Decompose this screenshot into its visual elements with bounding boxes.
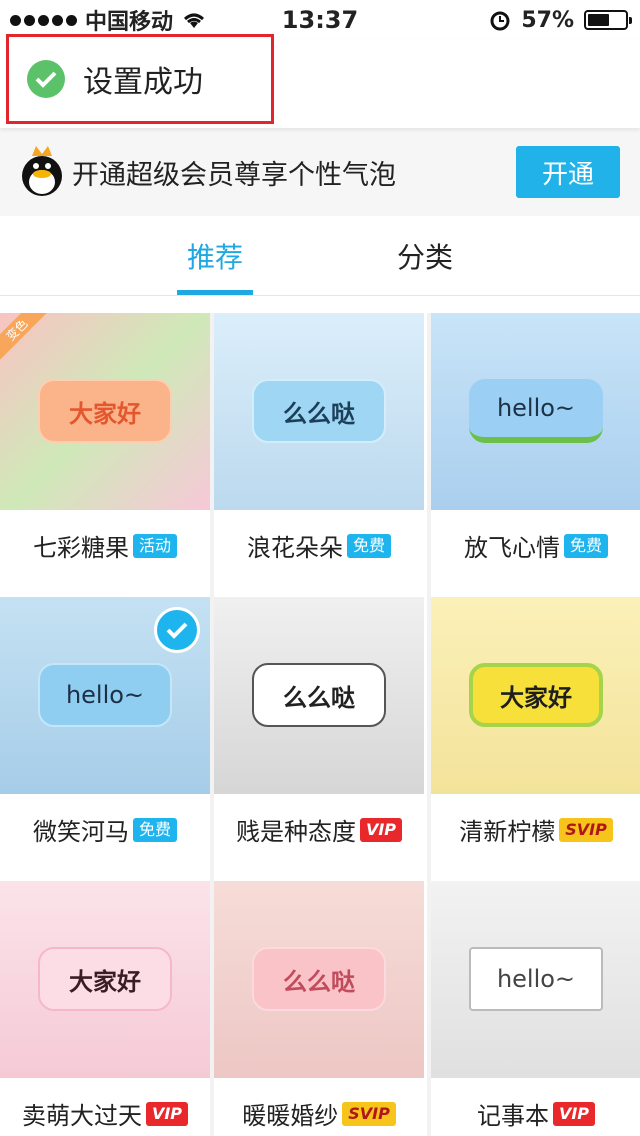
alarm-icon bbox=[490, 11, 510, 31]
bubble-item[interactable]: hello~ 微笑河马 免费 bbox=[0, 597, 210, 867]
check-circle-icon bbox=[27, 60, 65, 98]
bubble-name: 暖暖婚纱 bbox=[242, 1102, 339, 1130]
vip-badge: VIP bbox=[145, 1101, 189, 1126]
bubble-name: 七彩糖果 bbox=[32, 534, 129, 562]
bubble-thumbnail: 么么哒 bbox=[214, 597, 424, 794]
bubble-item[interactable]: hello~ 记事本 VIP bbox=[431, 881, 640, 1136]
status-right: 57% bbox=[489, 7, 632, 33]
bubble-preview: 大家好 bbox=[38, 379, 172, 443]
free-badge: 免费 bbox=[563, 533, 608, 558]
free-badge: 免费 bbox=[346, 533, 391, 558]
bubble-thumbnail: 大家好 bbox=[0, 881, 210, 1078]
success-toast: 设置成功 bbox=[6, 34, 274, 124]
bubble-name: 清新柠檬 bbox=[459, 818, 556, 846]
bubble-thumbnail: hello~ bbox=[431, 881, 640, 1078]
free-badge: 免费 bbox=[132, 817, 177, 842]
bubble-caption: 卖萌大过天 VIP bbox=[0, 1096, 210, 1131]
bubble-preview: 大家好 bbox=[38, 947, 172, 1011]
bubble-preview: 么么哒 bbox=[252, 379, 386, 443]
svip-badge: SVIP bbox=[342, 1101, 396, 1126]
bubble-thumbnail: 么么哒 bbox=[214, 313, 424, 510]
toast-text: 设置成功 bbox=[83, 65, 203, 100]
tab-category[interactable]: 分类 bbox=[397, 236, 453, 276]
activity-badge: 活动 bbox=[132, 533, 177, 558]
bubble-preview: hello~ bbox=[469, 947, 603, 1011]
bubble-item[interactable]: 大家好 卖萌大过天 VIP bbox=[0, 881, 210, 1136]
bubble-name: 浪花朵朵 bbox=[246, 534, 343, 562]
vip-badge: VIP bbox=[552, 1101, 596, 1126]
bubble-name: 贱是种态度 bbox=[235, 818, 356, 846]
bubble-caption: 微笑河马 免费 bbox=[0, 812, 210, 847]
battery-percent: 57% bbox=[521, 7, 574, 33]
svip-promo-banner: 开通超级会员尊享个性气泡 开通 bbox=[0, 128, 640, 216]
bubble-preview: 么么哒 bbox=[252, 947, 386, 1011]
bubble-item[interactable]: 么么哒 浪花朵朵 免费 bbox=[214, 313, 424, 583]
bubble-caption: 暖暖婚纱 SVIP bbox=[214, 1096, 424, 1131]
vip-badge: VIP bbox=[359, 817, 403, 842]
bubble-name: 微笑河马 bbox=[32, 818, 129, 846]
bubble-caption: 贱是种态度 VIP bbox=[214, 812, 424, 847]
open-svip-button[interactable]: 开通 bbox=[516, 146, 620, 198]
bubble-thumbnail: 么么哒 bbox=[214, 881, 424, 1078]
bubble-name: 记事本 bbox=[476, 1102, 549, 1130]
bubble-item[interactable]: 大家好 清新柠檬 SVIP bbox=[431, 597, 640, 867]
bubble-thumbnail: hello~ bbox=[0, 597, 210, 794]
battery-fill bbox=[588, 14, 609, 26]
selected-check-icon bbox=[154, 607, 200, 653]
color-change-tag: 变色 bbox=[0, 313, 49, 362]
qq-penguin-icon bbox=[18, 144, 66, 200]
tab-bar: 推荐 分类 bbox=[0, 216, 640, 296]
bubble-store-page: 中国移动 13:37 57% 设置成功 开通超级会员尊享个性气泡 开通 推荐 分… bbox=[0, 0, 640, 1136]
svip-badge: SVIP bbox=[559, 817, 613, 842]
bubble-name: 卖萌大过天 bbox=[21, 1102, 142, 1130]
bubble-caption: 放飞心情 免费 bbox=[431, 528, 640, 563]
bubble-preview: 大家好 bbox=[469, 663, 603, 727]
bubble-thumbnail: 大家好 bbox=[431, 597, 640, 794]
bubble-item[interactable]: hello~ 放飞心情 免费 bbox=[431, 313, 640, 583]
bubble-thumbnail: hello~ bbox=[431, 313, 640, 510]
bubble-preview: hello~ bbox=[469, 379, 603, 443]
bubble-name: 放飞心情 bbox=[463, 534, 560, 562]
promo-text: 开通超级会员尊享个性气泡 bbox=[72, 159, 396, 191]
tab-recommended[interactable]: 推荐 bbox=[187, 236, 243, 276]
bubble-item[interactable]: 么么哒 暖暖婚纱 SVIP bbox=[214, 881, 424, 1136]
battery-icon bbox=[584, 10, 632, 30]
bubble-caption: 清新柠檬 SVIP bbox=[431, 812, 640, 847]
bubble-item[interactable]: 么么哒 贱是种态度 VIP bbox=[214, 597, 424, 867]
active-tab-indicator bbox=[177, 290, 253, 295]
bubble-thumbnail: 变色 大家好 bbox=[0, 313, 210, 510]
bubble-item[interactable]: 变色 大家好 七彩糖果 活动 bbox=[0, 313, 210, 583]
bubble-caption: 七彩糖果 活动 bbox=[0, 528, 210, 563]
bubble-caption: 浪花朵朵 免费 bbox=[214, 528, 424, 563]
bubble-preview: 么么哒 bbox=[252, 663, 386, 727]
bubble-preview: hello~ bbox=[38, 663, 172, 727]
bubble-caption: 记事本 VIP bbox=[431, 1096, 640, 1131]
